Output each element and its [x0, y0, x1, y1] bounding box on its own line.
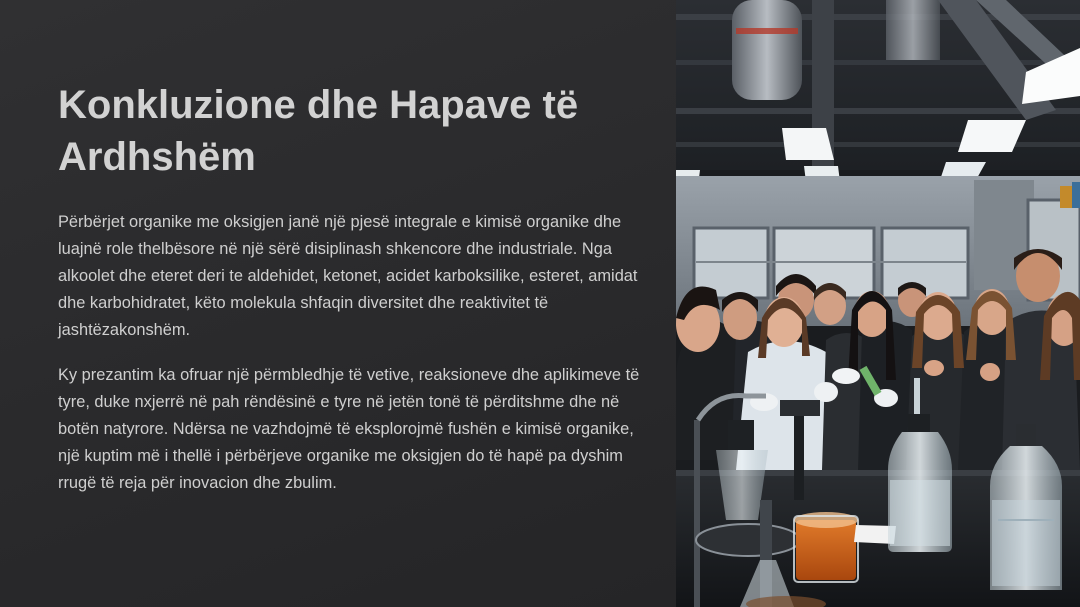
slide-title: Konkluzione dhe Hapave të Ardhshëm [58, 83, 579, 179]
presentation-slide: Konkluzione dhe Hapave të Ardhshëm Përbë… [0, 0, 1080, 607]
lab-group-photo [676, 0, 1080, 607]
paragraph-intro: Përbërjet organike me oksigjen janë një … [58, 213, 638, 339]
text-panel: Konkluzione dhe Hapave të Ardhshëm Përbë… [0, 0, 676, 607]
paragraph-summary: Ky prezantim ka ofruar një përmbledhje t… [58, 366, 640, 492]
